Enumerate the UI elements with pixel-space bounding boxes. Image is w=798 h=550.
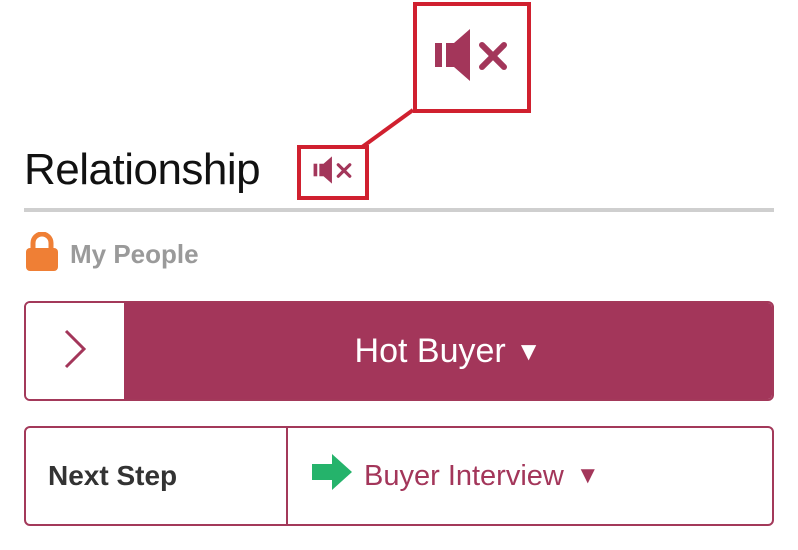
next-step-row: Next Step Buyer Interview ▼ — [24, 426, 774, 526]
chevron-right-icon — [62, 327, 88, 376]
zoom-callout — [413, 2, 531, 113]
mute-toggle-button[interactable] — [297, 145, 369, 200]
next-step-dropdown[interactable]: Buyer Interview ▼ — [288, 428, 772, 524]
speaker-muted-icon — [432, 25, 512, 90]
privacy-label: My People — [70, 239, 199, 269]
lock-icon — [24, 231, 60, 277]
caret-down-icon: ▼ — [515, 335, 542, 366]
title-divider — [24, 208, 774, 212]
next-step-value: Buyer Interview — [364, 459, 564, 492]
expand-button[interactable] — [26, 303, 124, 399]
status-dropdown[interactable]: Hot Buyer ▼ — [124, 303, 772, 399]
page-title: Relationship — [24, 145, 261, 194]
arrow-right-icon — [312, 454, 352, 498]
caret-down-icon: ▼ — [575, 462, 600, 489]
privacy-indicator[interactable]: My People — [24, 231, 199, 277]
relationship-status-row: Hot Buyer ▼ — [24, 301, 774, 401]
speaker-muted-icon — [312, 154, 354, 191]
status-value: Hot Buyer — [354, 331, 506, 370]
next-step-label: Next Step — [26, 428, 288, 524]
